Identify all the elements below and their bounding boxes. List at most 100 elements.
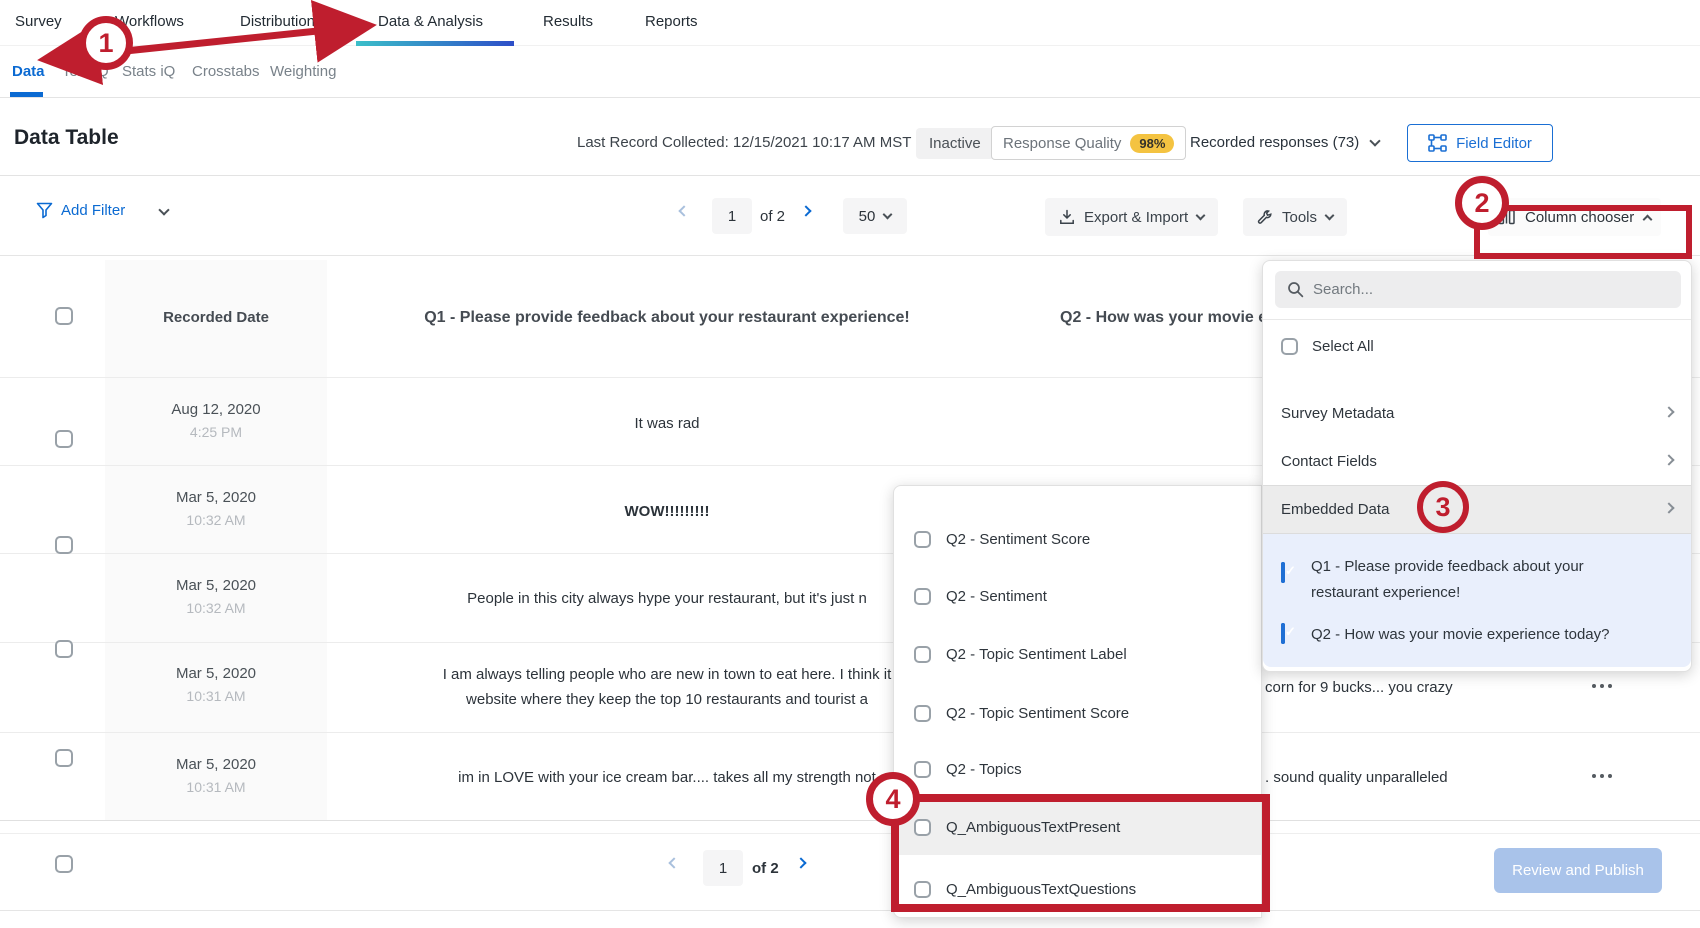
column-header-q1[interactable]: Q1 - Please provide feedback about your … [327, 309, 1007, 327]
menu-item[interactable]: Q2 - Topic Sentiment Label [894, 629, 1261, 679]
chevron-right-icon [1663, 406, 1674, 417]
review-and-publish-button[interactable]: Review and Publish [1494, 848, 1662, 893]
page-header: Data Table Last Record Collected: 12/15/… [0, 98, 1700, 176]
item-label: Q2 - How was your movie experience today… [1311, 626, 1609, 643]
footer-prev-page-icon[interactable] [668, 857, 679, 868]
item-checkbox[interactable] [1281, 623, 1285, 644]
row-date-cell: Aug 12, 2020 4:25 PM [105, 401, 327, 440]
menu-item[interactable]: Q2 - Sentiment Score [894, 514, 1261, 564]
response-quality-button[interactable]: Response Quality 98% [991, 126, 1186, 160]
active-subtab-underline [10, 92, 43, 97]
recorded-responses-dropdown[interactable]: Recorded responses (73) [1190, 134, 1379, 151]
item-checkbox[interactable] [914, 588, 931, 605]
row-date-cell: Mar 5, 2020 10:31 AM [105, 665, 327, 704]
add-filter-label: Add Filter [61, 202, 125, 219]
chevron-down-icon [1325, 210, 1335, 220]
item-checkbox[interactable] [914, 761, 931, 778]
group-label: Contact Fields [1281, 453, 1377, 470]
table-toolbar: Add Filter 1 of 2 50 Export & Import [0, 176, 1700, 256]
group-embedded-data[interactable]: Embedded Data [1263, 485, 1691, 534]
annotation-step-2: 2 [1455, 176, 1509, 230]
footer-page-of-label: of 2 [752, 860, 779, 877]
filter-funnel-icon [36, 202, 53, 219]
select-all-label: Select All [1312, 338, 1374, 355]
recorded-time: 10:32 AM [105, 512, 327, 528]
download-icon [1059, 209, 1075, 225]
field-editor-button[interactable]: Field Editor [1407, 124, 1553, 162]
app-window: Survey Workflows Distributions Data & An… [0, 0, 1700, 928]
recorded-time: 10:31 AM [105, 779, 327, 795]
recorded-date: Mar 5, 2020 [105, 665, 327, 682]
item-label: Q2 - Topic Sentiment Score [946, 705, 1129, 722]
search-input[interactable] [1313, 271, 1669, 308]
item-label: Q2 - Sentiment [946, 588, 1047, 605]
tab-reports[interactable]: Reports [645, 13, 698, 30]
page-size-dropdown[interactable]: 50 [843, 198, 907, 234]
field-editor-icon [1428, 134, 1447, 153]
response-quality-label: Response Quality [1003, 135, 1121, 152]
group-label: Embedded Data [1281, 501, 1389, 518]
recorded-responses-label: Recorded responses (73) [1190, 134, 1359, 151]
add-filter-button[interactable]: Add Filter [36, 202, 125, 219]
group-survey-metadata[interactable]: Survey Metadata [1263, 391, 1691, 436]
chevron-right-icon [1663, 454, 1674, 465]
group-contact-fields[interactable]: Contact Fields [1263, 439, 1691, 484]
last-record-collected: Last Record Collected: 12/15/2021 10:17 … [577, 134, 911, 151]
export-import-button[interactable]: Export & Import [1045, 198, 1218, 236]
panel-divider [1263, 319, 1691, 320]
row-checkbox[interactable] [55, 430, 73, 448]
select-all-checkbox[interactable] [1281, 338, 1298, 355]
search-box[interactable] [1275, 271, 1681, 308]
item-checkbox[interactable] [914, 531, 931, 548]
item-checkbox[interactable] [914, 705, 931, 722]
group-label: Survey Metadata [1281, 405, 1394, 422]
prev-page-icon[interactable] [678, 205, 689, 216]
next-page-icon[interactable] [800, 205, 811, 216]
footer-bottom-border [0, 910, 1700, 911]
item-label: Q2 - Topic Sentiment Label [946, 646, 1127, 663]
row-actions-icon[interactable] [1592, 774, 1612, 778]
column-header-date[interactable]: Recorded Date [105, 309, 327, 326]
annotation-step-1: 1 [79, 16, 133, 70]
column-chooser-panel: Select All Survey Metadata Contact Field… [1262, 260, 1692, 672]
chevron-down-icon [883, 209, 893, 219]
page-size-value: 50 [859, 208, 876, 225]
tab-results[interactable]: Results [543, 13, 593, 30]
row-date-cell: Mar 5, 2020 10:31 AM [105, 756, 327, 795]
row-divider [0, 732, 1700, 733]
select-all-rows-checkbox[interactable] [55, 307, 73, 325]
recorded-date: Aug 12, 2020 [105, 401, 327, 418]
page-of-label: of 2 [760, 208, 785, 225]
menu-item[interactable]: Q2 - Topic Sentiment Score [894, 688, 1261, 738]
menu-item[interactable]: Q2 - Sentiment [894, 571, 1261, 621]
item-label: Q2 - Sentiment Score [946, 531, 1090, 548]
row-checkbox[interactable] [55, 749, 73, 767]
recorded-date: Mar 5, 2020 [105, 577, 327, 594]
annotation-arrow-1 [0, 0, 420, 90]
field-editor-label: Field Editor [1456, 135, 1532, 152]
footer-next-page-icon[interactable] [795, 857, 806, 868]
menu-item[interactable]: Q2 - Topics [894, 744, 1261, 794]
recorded-date: Mar 5, 2020 [105, 489, 327, 506]
row-checkbox[interactable] [55, 855, 73, 873]
search-icon [1287, 281, 1304, 298]
q2-response-cell[interactable]: corn for 9 bucks... you crazy [1265, 679, 1453, 696]
tools-button[interactable]: Tools [1243, 198, 1347, 236]
add-filter-chevron-icon[interactable] [158, 204, 169, 215]
row-checkbox[interactable] [55, 640, 73, 658]
recorded-time: 10:31 AM [105, 688, 327, 704]
item-checkbox[interactable] [914, 646, 931, 663]
selected-column-item[interactable]: Q1 - Please provide feedback about your … [1263, 554, 1691, 572]
q2-response-cell[interactable]: . sound quality unparalleled [1265, 769, 1448, 786]
select-all-item[interactable]: Select All [1263, 323, 1691, 369]
recorded-time: 4:25 PM [105, 424, 327, 440]
current-page-box[interactable]: 1 [712, 198, 752, 234]
row-actions-icon[interactable] [1592, 684, 1612, 688]
row-checkbox[interactable] [55, 536, 73, 554]
selected-column-item[interactable]: Q2 - How was your movie experience today… [1263, 626, 1691, 644]
chevron-down-icon [1196, 210, 1206, 220]
chevron-right-icon [1663, 502, 1674, 513]
footer-current-page-box[interactable]: 1 [703, 850, 743, 886]
item-checkbox[interactable] [1281, 562, 1285, 583]
q1-response-cell[interactable]: It was rad [327, 415, 1007, 432]
